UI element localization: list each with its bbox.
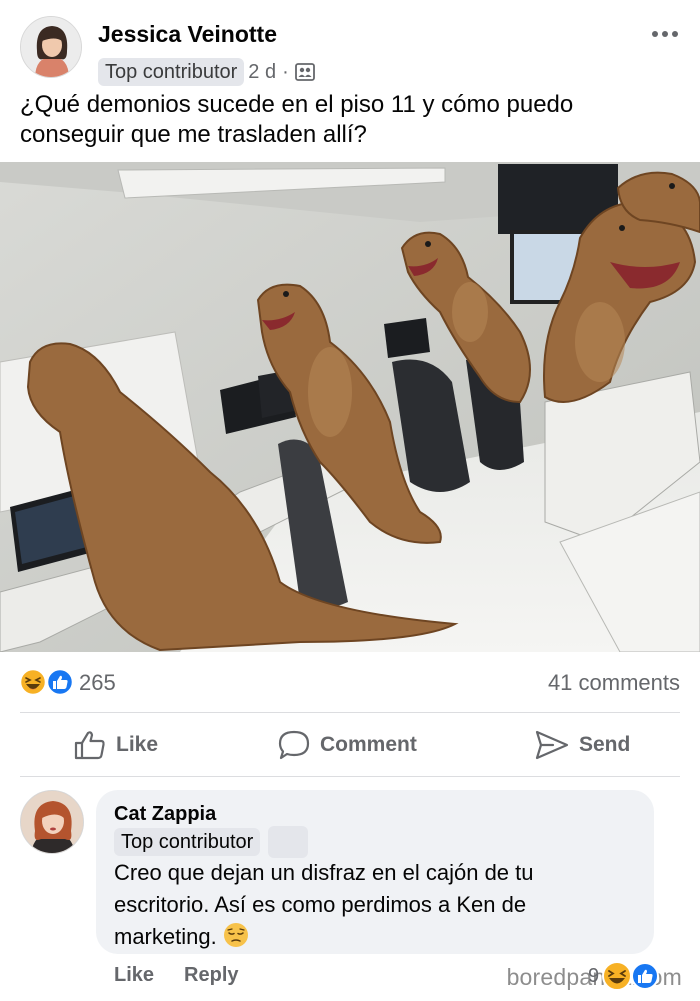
comment-like-button[interactable]: Like bbox=[114, 964, 154, 992]
thumbs-up-icon bbox=[631, 962, 660, 990]
comment-reactions[interactable]: 9 bbox=[588, 960, 667, 992]
commenter-avatar[interactable] bbox=[20, 790, 84, 854]
speech-bubble-icon bbox=[278, 730, 310, 760]
send-arrow-icon bbox=[535, 730, 569, 760]
like-label: Like bbox=[116, 733, 159, 756]
comment-body: Creo que dejan un disfraz en el cajón de… bbox=[114, 860, 534, 949]
top-contributor-badge[interactable]: Top contributor bbox=[98, 58, 245, 86]
thumbs-up-outline-icon bbox=[74, 730, 106, 760]
laughing-face-icon bbox=[602, 961, 633, 991]
comment-reaction-count: 9 bbox=[588, 964, 600, 987]
post-action-bar: Like Comment Send bbox=[20, 714, 680, 776]
commenter-top-contributor-badge[interactable]: Top contributor bbox=[114, 828, 261, 856]
post-timestamp[interactable]: 2 d bbox=[248, 61, 276, 84]
meta-separator: · bbox=[282, 60, 289, 83]
divider-top bbox=[20, 712, 680, 713]
send-button[interactable]: Send bbox=[535, 714, 630, 776]
comments-count[interactable]: 41 comments bbox=[548, 670, 680, 696]
comment-reply-button[interactable]: Reply bbox=[184, 964, 238, 992]
post-text: ¿Qué demonios sucede en el piso 11 y cóm… bbox=[20, 91, 574, 148]
thumbs-up-icon bbox=[46, 668, 74, 696]
comment-actions: Like Reply bbox=[114, 964, 239, 992]
commenter-name[interactable]: Cat Zappia bbox=[114, 803, 216, 826]
post-header: Jessica Veinotte Top contributor 2 d · bbox=[0, 0, 700, 92]
more-options-icon[interactable] bbox=[650, 24, 680, 44]
divider-bottom bbox=[20, 776, 680, 777]
reaction-count[interactable]: 265 bbox=[79, 670, 116, 696]
comment-text: Creo que dejan un disfraz en el cajón de… bbox=[114, 857, 634, 953]
send-label: Send bbox=[579, 733, 631, 756]
author-name[interactable]: Jessica Veinotte bbox=[98, 21, 277, 48]
badge-placeholder-icon bbox=[268, 826, 309, 858]
comment-label: Comment bbox=[320, 733, 417, 756]
laughing-face-icon bbox=[19, 668, 47, 696]
reactions-summary[interactable]: 265 41 comments bbox=[19, 664, 680, 700]
pensive-face-icon bbox=[223, 922, 249, 948]
reaction-icons[interactable] bbox=[19, 668, 76, 696]
post-photo[interactable] bbox=[0, 162, 700, 652]
comment-bubble: Cat Zappia Top contributor Creo que deja… bbox=[96, 790, 654, 954]
post-meta: Top contributor 2 d · bbox=[98, 57, 315, 87]
like-button[interactable]: Like bbox=[74, 714, 158, 776]
comment-reaction-icons bbox=[602, 961, 660, 991]
group-icon bbox=[294, 63, 315, 81]
comment-button[interactable]: Comment bbox=[278, 714, 417, 776]
author-avatar[interactable] bbox=[20, 16, 82, 78]
commenter-meta: Top contributor bbox=[114, 826, 309, 858]
